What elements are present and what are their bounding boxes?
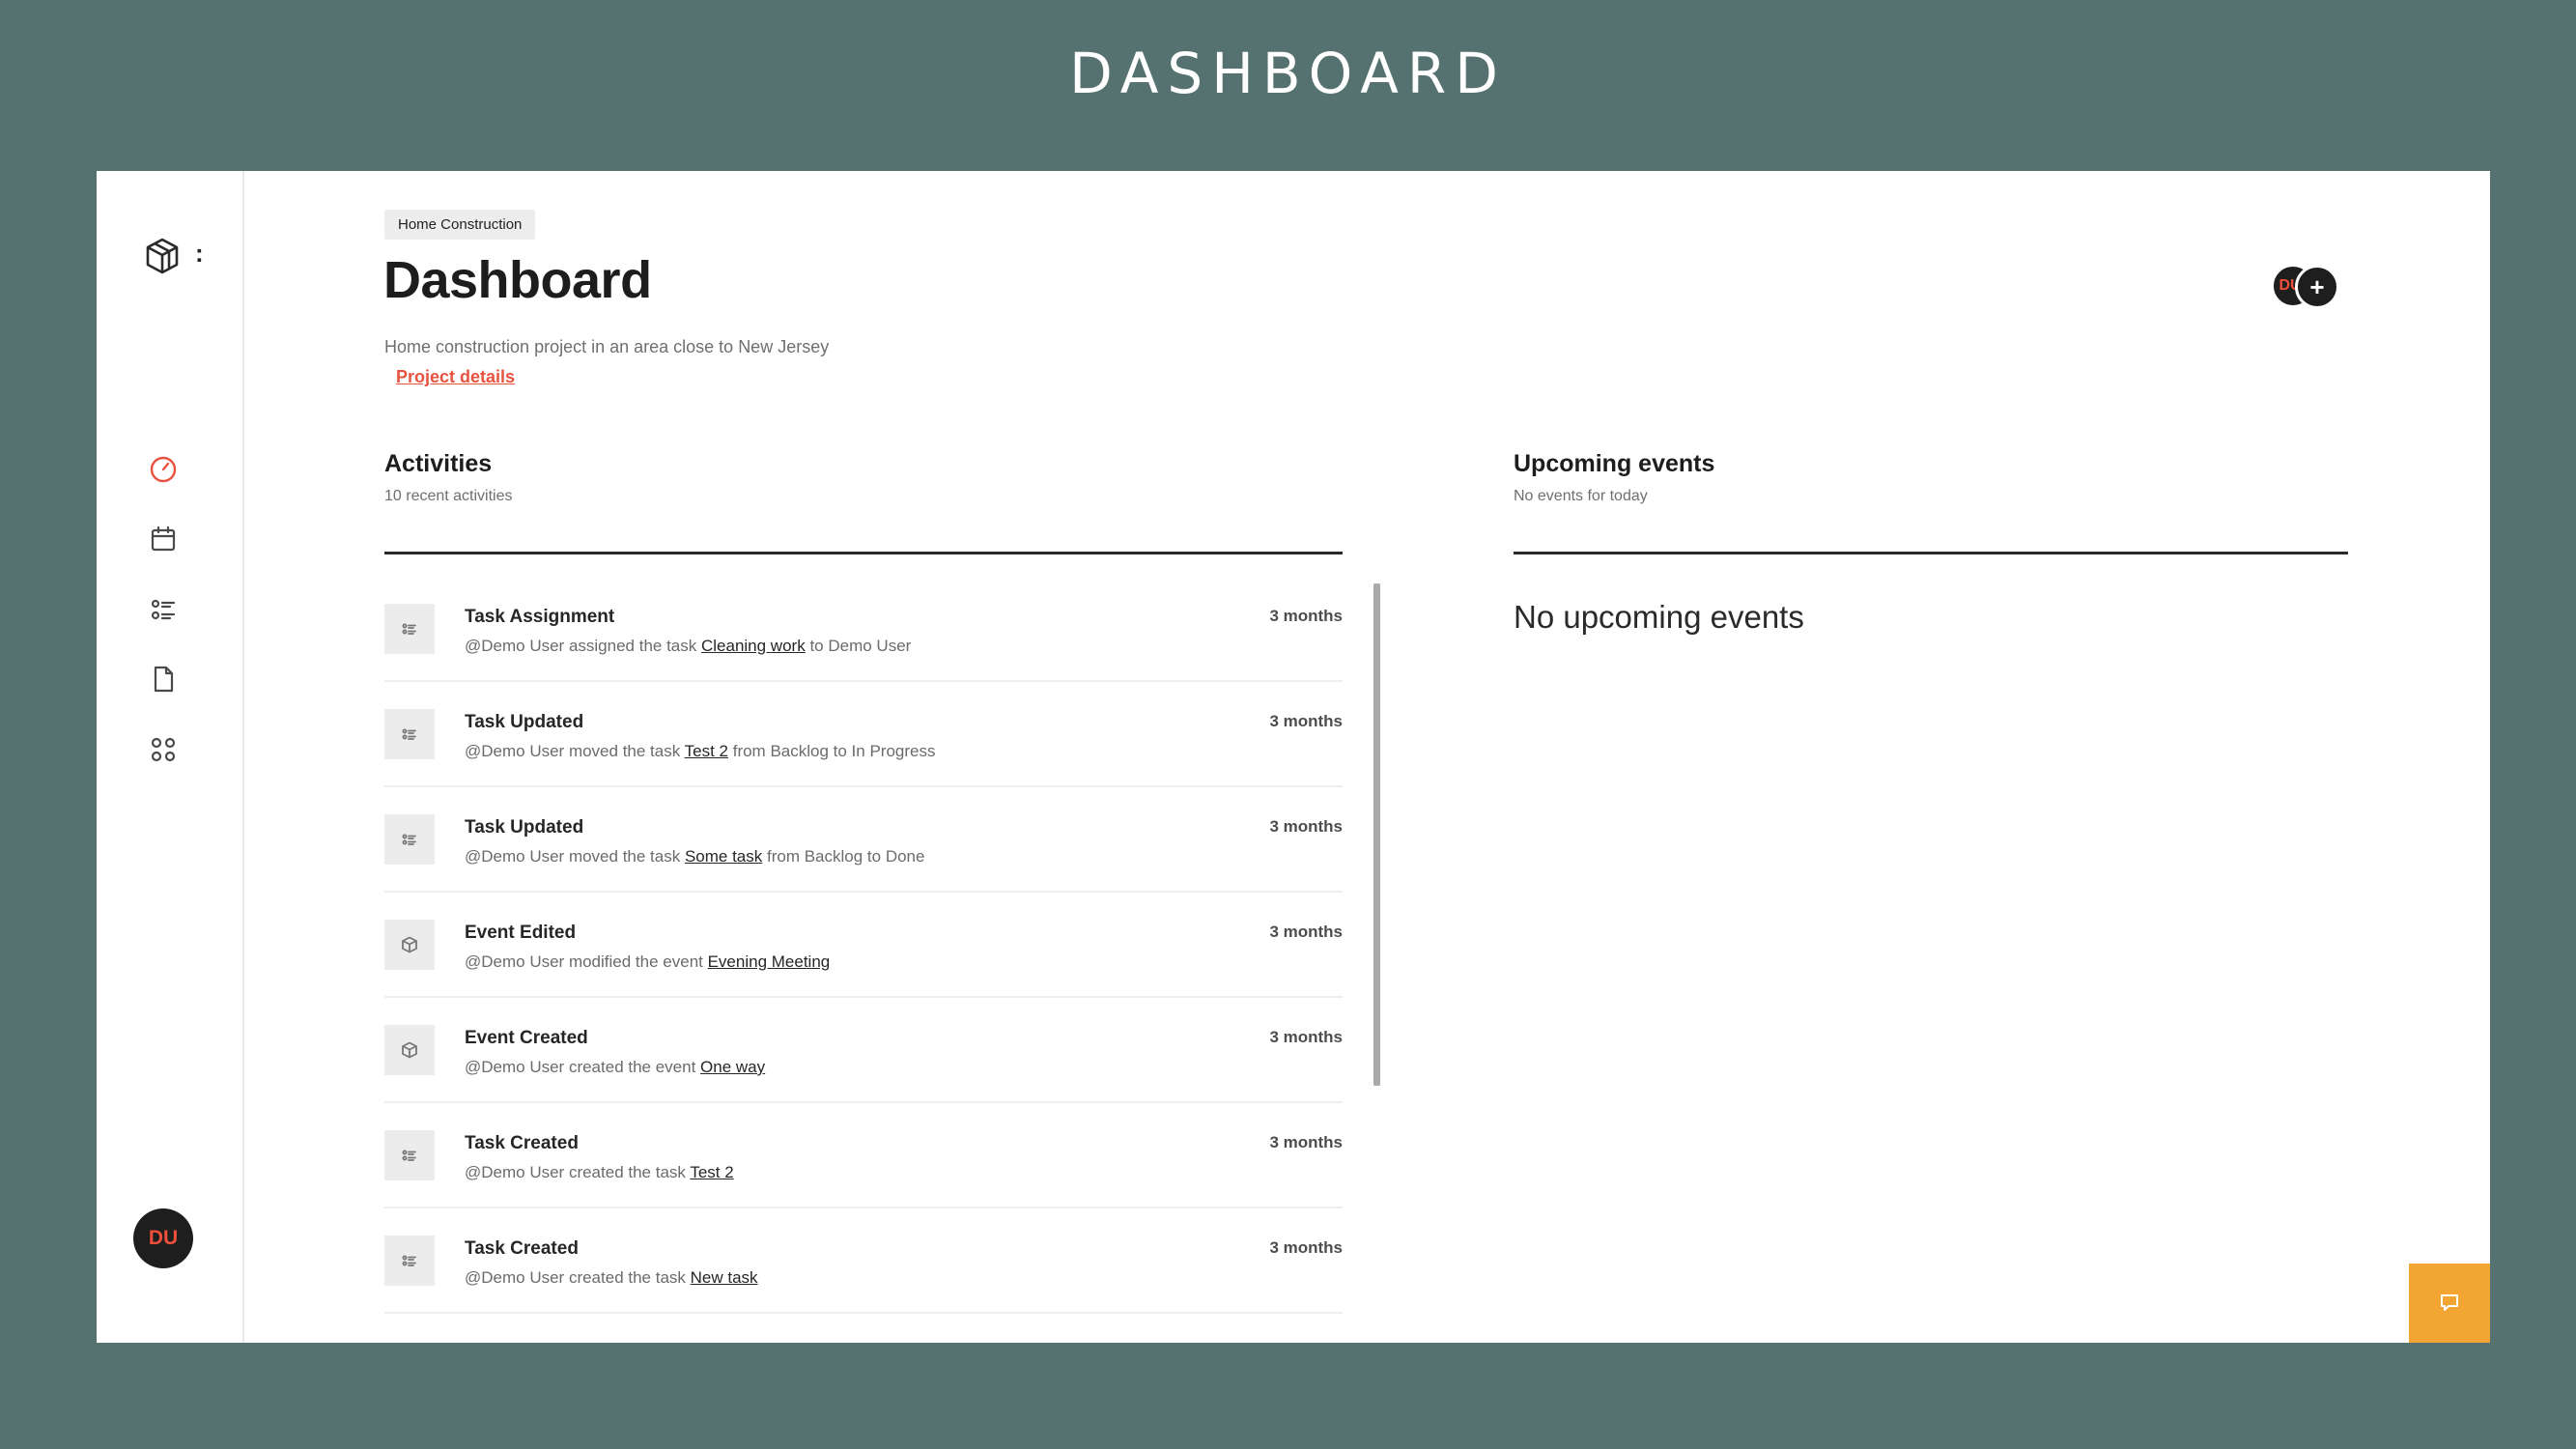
activity-link[interactable]: Cleaning work [701, 637, 806, 655]
calendar-icon[interactable] [147, 523, 180, 555]
activity-time: 3 months [1269, 607, 1343, 625]
activity-text: @Demo User created the task [465, 1163, 691, 1181]
activity-item: Event Created 3 months @Demo User created … [384, 998, 1343, 1103]
sidebar: : DU [97, 171, 244, 1343]
cube-icon [384, 1025, 435, 1075]
activity-time: 3 months [1269, 1133, 1343, 1151]
dashboard-gauge-icon[interactable] [147, 453, 180, 486]
activity-link[interactable]: New task [691, 1268, 758, 1287]
activity-text: from Backlog to Done [762, 847, 925, 866]
activity-item: Event Edited 3 months @Demo User modified … [384, 893, 1343, 998]
task-list-icon [384, 1236, 435, 1286]
activity-description: @Demo User modified the event Evening Me… [465, 952, 830, 972]
activity-title: Task Created [465, 1133, 579, 1153]
activity-text: @Demo User created the task [465, 1268, 691, 1287]
member-avatars: DU + [2272, 265, 2349, 309]
activity-link[interactable]: Some task [685, 847, 762, 866]
task-list-icon [384, 604, 435, 654]
activity-item: Task Assignment 3 months @Demo User assign… [384, 577, 1343, 682]
activity-description: @Demo User assigned the task Cleaning wo… [465, 637, 911, 656]
page-title: Dashboard [383, 251, 652, 309]
task-list-icon[interactable] [147, 593, 180, 626]
activity-item: Task Created 3 months @Demo User created t… [384, 1208, 1343, 1314]
activity-title: Event Created [465, 1028, 588, 1048]
activity-text: from Backlog to In Progress [728, 742, 936, 760]
task-list-icon [384, 1130, 435, 1180]
cube-logo-icon[interactable] [143, 237, 182, 275]
breadcrumb[interactable]: Home Construction [384, 210, 536, 240]
chat-button[interactable] [2409, 1264, 2490, 1343]
activity-item: Task Updated 3 months @Demo User moved the… [384, 787, 1343, 893]
activity-scrollbar[interactable] [1373, 583, 1380, 1086]
activity-item: Task Created 3 months @Demo User created t… [384, 1103, 1343, 1208]
user-avatar[interactable]: DU [133, 1208, 193, 1268]
activity-time: 3 months [1269, 923, 1343, 941]
activity-link[interactable]: Evening Meeting [708, 952, 831, 971]
upcoming-events-subtitle: No events for today [1514, 488, 1648, 504]
add-member-button[interactable]: + [2295, 265, 2339, 309]
activity-description: @Demo User created the event One way [465, 1058, 765, 1077]
activity-link[interactable]: Test 2 [690, 1163, 733, 1181]
activity-time: 3 months [1269, 1238, 1343, 1257]
activities-subtitle: 10 recent activities [384, 488, 513, 504]
chat-bubble-icon [2441, 1294, 2458, 1311]
activity-title: Task Updated [465, 712, 584, 732]
activity-description: @Demo User moved the task Some task from… [465, 847, 924, 867]
activity-text: @Demo User moved the task [465, 847, 685, 866]
activity-item: Task Updated 3 months @Demo User moved the… [384, 682, 1343, 787]
activity-text: @Demo User assigned the task [465, 637, 701, 655]
activity-text: @Demo User created the event [465, 1058, 701, 1076]
activity-link[interactable]: One way [700, 1058, 765, 1076]
activity-text: to Demo User [805, 637, 912, 655]
cube-icon [384, 920, 435, 970]
activity-text: @Demo User modified the event [465, 952, 708, 971]
apps-grid-icon[interactable] [147, 733, 180, 766]
activities-title: Activities [384, 450, 493, 477]
activities-divider [384, 552, 1343, 554]
activity-time: 3 months [1269, 712, 1343, 730]
no-events-message: No upcoming events [1514, 599, 1804, 635]
more-vertical-icon[interactable]: : [195, 239, 204, 268]
activity-title: Task Assignment [465, 607, 615, 627]
activity-link[interactable]: Test 2 [685, 742, 728, 760]
events-divider [1514, 552, 2348, 554]
activity-description: @Demo User moved the task Test 2 from Ba… [465, 742, 935, 761]
task-list-icon [384, 814, 435, 865]
document-icon[interactable] [147, 663, 180, 696]
activity-description: @Demo User created the task New task [465, 1268, 758, 1288]
app-window: : DU Home Construction Dashboard Home co… [97, 171, 2490, 1343]
project-details-link[interactable]: Project details [396, 367, 515, 387]
activity-time: 3 months [1269, 1028, 1343, 1046]
project-description: Home construction project in an area clo… [384, 337, 830, 356]
activity-list: Task Assignment 3 months @Demo User assign… [384, 577, 1343, 1314]
activity-description: @Demo User created the task Test 2 [465, 1163, 734, 1182]
task-list-icon [384, 709, 435, 759]
activity-title: Task Updated [465, 817, 584, 838]
activity-time: 3 months [1269, 817, 1343, 836]
activity-title: Task Created [465, 1238, 579, 1259]
activity-title: Event Edited [465, 923, 577, 943]
slide-title: DASHBOARD [1069, 41, 1507, 106]
upcoming-events-title: Upcoming events [1514, 450, 1715, 477]
activity-text: @Demo User moved the task [465, 742, 685, 760]
